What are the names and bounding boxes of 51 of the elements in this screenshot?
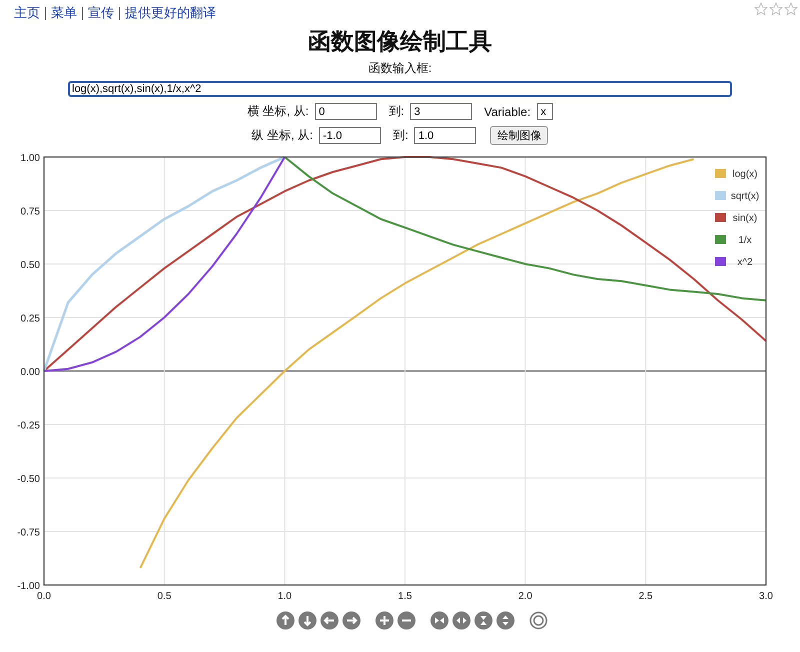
x-tick-label: 3.0	[759, 591, 773, 602]
draw-button[interactable]: 绘制图像	[490, 126, 548, 145]
legend-label: log(x)	[732, 169, 758, 180]
vertical-squeeze-button[interactable]	[474, 611, 493, 630]
y-tick-label: -0.50	[17, 474, 40, 485]
y-tick-label: 0.50	[20, 260, 40, 271]
x-to-label: 到:	[388, 103, 404, 120]
legend-label: sin(x)	[732, 213, 758, 224]
zoom-in-button[interactable]	[375, 611, 394, 630]
y-to-label: 到:	[393, 127, 408, 144]
x-tick-label: 2.0	[518, 591, 532, 602]
page-title: 函数图像绘制工具	[307, 28, 493, 57]
y-tick-label: 1.00	[20, 153, 40, 164]
zoom-out-button[interactable]	[397, 611, 416, 630]
x-tick-label: 0.0	[37, 591, 51, 602]
y-tick-label: 0.75	[20, 206, 40, 218]
function-input-label: 函数输入框:	[367, 60, 433, 77]
x-tick-label: 1.0	[278, 591, 292, 602]
down-arrow-button[interactable]	[298, 611, 317, 630]
y-range-label: 纵 坐标, 从:	[252, 127, 313, 144]
target-button[interactable]	[529, 611, 548, 630]
y-tick-label: 0.00	[20, 367, 40, 378]
up-arrow-button[interactable]	[276, 611, 295, 630]
rating-stars[interactable]	[754, 2, 798, 16]
y-tick-label: -1.00	[17, 581, 40, 592]
legend-label: sqrt(x)	[730, 191, 760, 202]
legend-label: 1/x	[738, 235, 752, 246]
nav-link[interactable]: 主页	[14, 4, 40, 22]
variable-field[interactable]: x	[536, 103, 553, 120]
horizontal-stretch-button[interactable]	[452, 611, 471, 630]
nav-link[interactable]: 宣传	[88, 4, 114, 22]
horizontal-squeeze-button[interactable]	[430, 611, 449, 630]
y-tick-label: -0.25	[17, 420, 40, 432]
x-range-label: 横 坐标, 从:	[247, 103, 309, 120]
x-to-field[interactable]: 3	[410, 103, 472, 120]
vertical-stretch-button[interactable]	[496, 611, 515, 630]
y-from-field[interactable]: -1.0	[319, 127, 381, 144]
x-tick-label: 1.5	[398, 591, 412, 602]
x-from-field[interactable]: 0	[314, 103, 377, 120]
y-tick-label: 0.25	[20, 314, 40, 324]
legend-label: x^2	[737, 257, 753, 268]
y-to-field[interactable]: 1.0	[414, 127, 476, 144]
y-tick-label: -0.75	[17, 528, 40, 538]
x-tick-label: 2.5	[638, 591, 653, 602]
nav-link[interactable]: 提供更好的翻译	[125, 4, 216, 22]
variable-label: Variable:	[484, 104, 531, 118]
x-tick-label: 0.5	[157, 591, 172, 602]
left-arrow-button[interactable]	[320, 611, 339, 630]
function-input-field[interactable]: log(x),sqrt(x),sin(x),1/x,x^2	[68, 81, 732, 97]
nav-link[interactable]: 菜单	[51, 4, 77, 22]
right-arrow-button[interactable]	[342, 611, 361, 630]
